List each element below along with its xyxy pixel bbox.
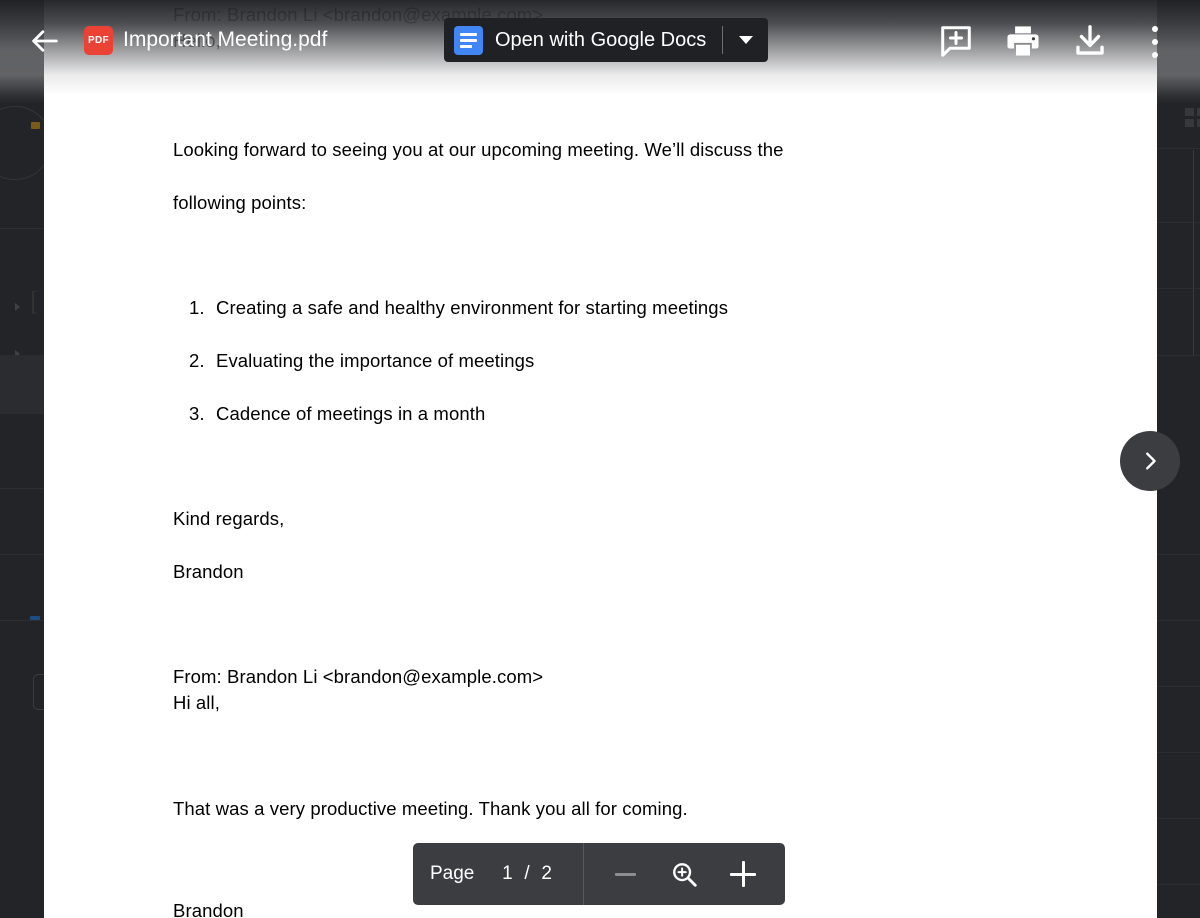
- next-page-button[interactable]: [1120, 431, 1180, 491]
- chevron-down-icon: [738, 36, 753, 44]
- background-divider: [1157, 288, 1200, 289]
- list-item-text: Evaluating the importance of meetings: [216, 350, 535, 371]
- zoom-in-magnifier-icon: [673, 863, 697, 887]
- more-vertical-icon: [1152, 39, 1158, 45]
- more-vertical-icon: [1152, 26, 1158, 32]
- background-divider: [1157, 222, 1200, 223]
- background-divider: [1157, 686, 1200, 687]
- more-vertical-icon: [1152, 52, 1158, 58]
- list-item-text: Creating a safe and healthy environment …: [216, 297, 729, 318]
- zoom-fit-button[interactable]: [664, 854, 704, 894]
- download-button[interactable]: [1071, 22, 1109, 60]
- background-left-sidebar: [: [0, 0, 44, 918]
- document-text-line: That was a very productive meeting. Than…: [173, 798, 688, 819]
- file-name-title: Important Meeting.pdf: [123, 28, 328, 51]
- background-avatar-circle: [0, 106, 44, 180]
- open-with-dropdown-button[interactable]: [723, 36, 768, 44]
- document-list-item: 1. Creating a safe and healthy environmen…: [189, 297, 728, 319]
- back-button[interactable]: [28, 24, 62, 58]
- pdf-page-sheet: From: Brandon Li <brandon@example.com> He…: [44, 0, 1157, 918]
- list-item-number: 2.: [189, 350, 205, 371]
- background-divider: [1157, 884, 1200, 885]
- background-divider: [1157, 554, 1200, 555]
- background-divider: [0, 413, 44, 414]
- background-grid-icon: [1185, 108, 1200, 128]
- background-vertical-rule: [1193, 150, 1194, 355]
- background-divider: [1157, 620, 1200, 621]
- background-divider: [1157, 818, 1200, 819]
- background-link-marker: [30, 616, 40, 620]
- background-divider: [1157, 148, 1200, 149]
- pdf-file-type-badge: PDF: [84, 26, 113, 55]
- google-docs-icon: [454, 25, 483, 55]
- zoom-in-button[interactable]: [723, 854, 763, 894]
- background-sidebar-glyph: [: [30, 286, 39, 316]
- download-icon: [1076, 25, 1104, 55]
- add-comment-icon: [941, 26, 971, 57]
- background-divider: [0, 228, 44, 229]
- background-accent-marker: [31, 122, 40, 129]
- zoom-out-button[interactable]: [605, 854, 645, 894]
- document-text-line: Brandon: [173, 561, 244, 582]
- background-divider: [1157, 752, 1200, 753]
- document-text-line: From: Brandon Li <brandon@example.com>: [173, 666, 544, 687]
- more-options-button[interactable]: [1144, 24, 1166, 60]
- document-list-item: 3. Cadence of meetings in a month: [189, 403, 485, 425]
- page-indicator-group: Page 1 / 2: [413, 843, 558, 905]
- background-input-field: [33, 674, 44, 710]
- print-button[interactable]: [1004, 22, 1042, 60]
- document-text-line: Hi all,: [173, 692, 220, 713]
- background-divider: [1157, 355, 1200, 356]
- print-icon: [1007, 26, 1039, 56]
- document-text-line: following points:: [173, 192, 307, 213]
- open-with-google-docs-button[interactable]: Open with Google Docs: [444, 18, 769, 62]
- current-page-input[interactable]: 1: [496, 863, 518, 885]
- plus-icon: [730, 861, 757, 887]
- background-divider: [0, 488, 44, 489]
- background-divider: [0, 554, 44, 555]
- document-list-item: 2. Evaluating the importance of meetings: [189, 350, 534, 372]
- zoom-controls-group: [584, 843, 785, 905]
- add-comment-button[interactable]: [937, 22, 975, 60]
- chevron-right-icon: [1146, 452, 1156, 470]
- document-text-line: Kind regards,: [173, 508, 285, 529]
- background-divider: [0, 620, 44, 621]
- document-text-line: Brandon: [173, 900, 244, 918]
- list-item-text: Cadence of meetings in a month: [216, 403, 486, 424]
- minus-icon: [614, 872, 636, 876]
- list-item-number: 3.: [189, 403, 205, 424]
- list-item-number: 1.: [189, 297, 205, 318]
- page-label: Page: [430, 863, 475, 884]
- page-zoom-toolbar: Page 1 / 2: [413, 843, 785, 905]
- background-selected-row: [0, 355, 44, 413]
- open-with-label: Open with Google Docs: [495, 28, 707, 51]
- back-arrow-icon: [32, 30, 58, 52]
- page-separator: /: [524, 863, 530, 884]
- document-text-line: Looking forward to seeing you at our upc…: [173, 139, 784, 160]
- total-pages: 2: [541, 863, 552, 884]
- background-expand-arrow: [15, 303, 20, 311]
